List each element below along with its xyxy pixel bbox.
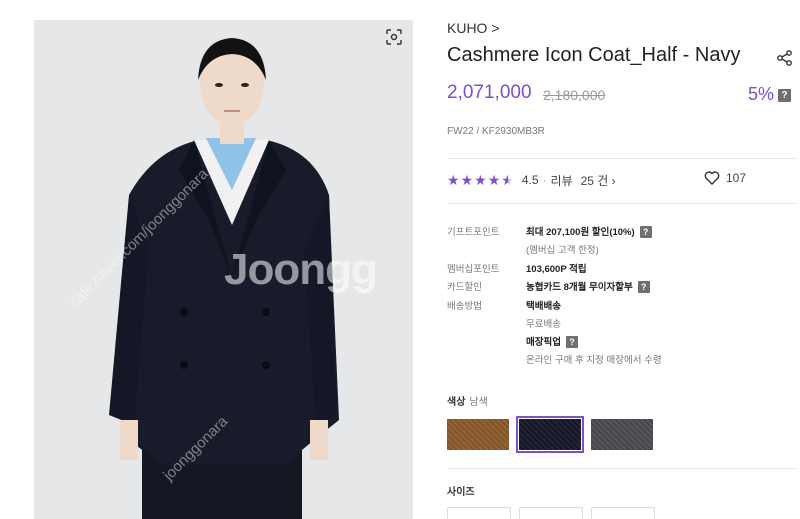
benefit-value-text: 최대 207,100원 할인(10%)	[526, 227, 635, 238]
benefit-value: 103,600P 적립	[526, 264, 587, 275]
review-label: 리뷰	[550, 173, 573, 188]
size-option[interactable]	[519, 507, 583, 519]
star-rating: ★ ★ ★ ★ ★	[447, 173, 514, 187]
benefit-value-text: 농협카드 8개월 무이자할부	[526, 282, 633, 293]
size-option[interactable]	[591, 507, 655, 519]
size-label: 사이즈	[447, 487, 475, 498]
help-icon[interactable]: ?	[637, 281, 650, 294]
zoom-button[interactable]	[383, 26, 405, 48]
help-icon[interactable]: ?	[778, 88, 792, 102]
benefit-label: 배송방법	[447, 301, 482, 312]
benefit-value: 매장픽업?	[526, 334, 578, 349]
discount-rate-value: 5%	[748, 84, 775, 104]
benefit-note-text: 온라인 구매 후 지정 매장에서 수령	[526, 355, 662, 366]
benefit-value: 택배배송	[526, 301, 561, 312]
like-button[interactable]: 107	[704, 171, 746, 185]
color-swatch-brown[interactable]	[447, 419, 509, 450]
watermark-text: Joongg	[224, 245, 378, 294]
share-icon	[777, 50, 792, 66]
benefit-note-text: 무료배송	[526, 319, 561, 330]
discount-rate: 5%?	[748, 84, 792, 105]
product-info: KUHO > Cashmere Icon Coat_Half - Navy 2,…	[447, 0, 800, 519]
heart-icon	[704, 171, 720, 185]
star-icon: ★	[447, 172, 460, 188]
star-icon: ★	[460, 172, 474, 188]
color-selected-value: 남색	[469, 397, 488, 408]
product-image[interactable]: cafe.naver.com/joonggonara joonggonara J…	[34, 20, 413, 519]
star-icon: ★	[474, 172, 487, 188]
benefit-label: 카드할인	[447, 282, 482, 293]
like-count: 107	[726, 171, 747, 185]
rating-row: ★ ★ ★ ★ ★ 4.5 · 리뷰 25 건 ›	[447, 172, 616, 189]
benefit-label: 멤버십포인트	[447, 264, 500, 275]
benefit-value-text: 매장픽업	[526, 337, 561, 348]
divider	[447, 158, 797, 159]
review-count-link[interactable]: 25 건 ›	[581, 172, 616, 189]
size-option[interactable]	[447, 507, 511, 519]
help-icon[interactable]: ?	[565, 336, 578, 349]
share-button[interactable]	[776, 49, 794, 67]
sale-price: 2,071,000	[447, 82, 532, 103]
rating-value: 4.5	[521, 173, 539, 187]
zoom-icon	[386, 29, 402, 45]
color-swatch-navy[interactable]	[516, 416, 584, 453]
half-star-icon: ★	[501, 172, 514, 188]
original-price: 2,180,000	[543, 87, 606, 103]
divider	[447, 203, 797, 204]
benefit-value: 최대 207,100원 할인(10%)?	[526, 224, 652, 239]
model-code: FW22 / KF2930MB3R	[447, 126, 545, 137]
color-label: 색상 남색	[447, 393, 488, 408]
benefit-value: 농협카드 8개월 무이자할부?	[526, 279, 650, 294]
help-icon[interactable]: ?	[639, 226, 652, 239]
color-swatch-gray[interactable]	[591, 419, 653, 450]
benefit-label: 기프트포인트	[447, 227, 500, 238]
divider	[447, 468, 797, 469]
product-title: Cashmere Icon Coat_Half - Navy	[447, 44, 741, 66]
color-label-text: 색상	[447, 397, 466, 408]
benefit-note-text: (멤버십 고객 한정)	[526, 245, 599, 256]
star-icon: ★	[487, 172, 501, 188]
brand-link[interactable]: KUHO >	[447, 20, 500, 36]
